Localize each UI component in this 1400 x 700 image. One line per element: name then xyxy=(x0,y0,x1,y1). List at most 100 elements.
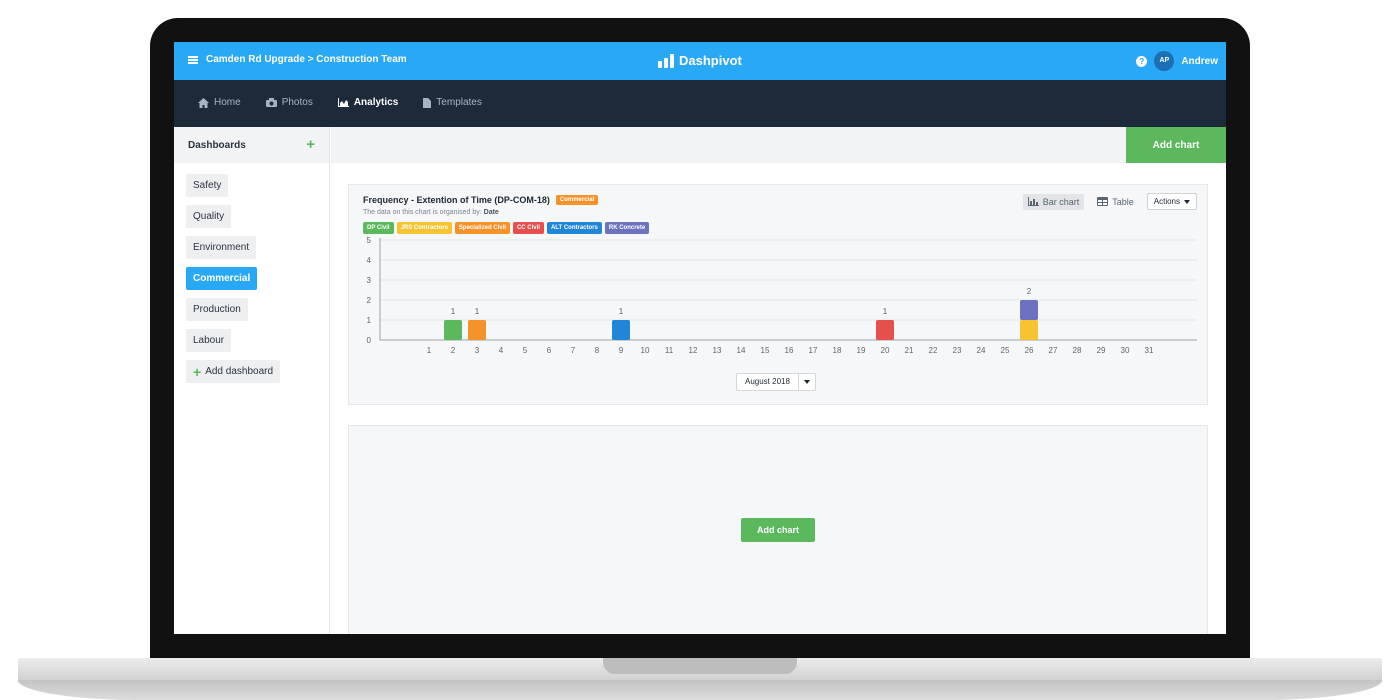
x-tick-label: 5 xyxy=(523,346,528,355)
data-label: 1 xyxy=(883,307,888,316)
x-tick-label: 24 xyxy=(977,346,986,355)
sidebar-item-environment[interactable]: Environment xyxy=(186,236,257,259)
data-label: 2 xyxy=(1027,287,1032,296)
x-tick-label: 1 xyxy=(427,346,432,355)
add-dashboard-plus-icon[interactable]: + xyxy=(306,137,315,152)
bar[interactable] xyxy=(1020,300,1038,320)
x-tick-label: 6 xyxy=(547,346,552,355)
bar-chart-icon xyxy=(1027,197,1039,206)
sidebar-item-safety[interactable]: Safety xyxy=(186,174,229,197)
caret-down-icon xyxy=(803,380,810,384)
table-icon xyxy=(1097,197,1109,206)
actions-label: Actions xyxy=(1153,197,1180,206)
sidebar-item-production[interactable]: Production xyxy=(186,298,248,321)
x-tick-label: 10 xyxy=(641,346,650,355)
chart-view-controls: Bar chart Table Actions xyxy=(1022,193,1197,210)
x-tick-label: 15 xyxy=(761,346,770,355)
bar[interactable] xyxy=(468,320,486,340)
chart-legend: DP Civil JRS Contractors Specialized Civil… xyxy=(363,222,650,234)
x-tick-label: 22 xyxy=(929,346,938,355)
data-label: 1 xyxy=(475,307,480,316)
legend-item[interactable]: DP Civil xyxy=(363,222,394,234)
bar[interactable] xyxy=(612,320,630,340)
chart-title: Frequency - Extention of Time (DP-COM-18… xyxy=(363,195,550,205)
x-tick-label: 9 xyxy=(619,346,624,355)
sidebar-item-labour[interactable]: Labour xyxy=(186,329,232,352)
bar[interactable] xyxy=(1020,320,1038,340)
user-name[interactable]: Andrew xyxy=(1181,56,1218,67)
breadcrumb[interactable]: Camden Rd Upgrade > Construction Team xyxy=(188,54,407,65)
x-tick-label: 25 xyxy=(1001,346,1010,355)
month-value[interactable]: August 2018 xyxy=(737,374,799,390)
x-tick-label: 23 xyxy=(953,346,962,355)
x-tick-label: 30 xyxy=(1121,346,1130,355)
add-dashboard-button[interactable]: + Add dashboard xyxy=(186,360,281,383)
x-tick-label: 27 xyxy=(1049,346,1058,355)
x-tick-label: 31 xyxy=(1145,346,1154,355)
sidebar-header: Dashboards + xyxy=(174,127,329,163)
month-dropdown-toggle[interactable] xyxy=(799,374,815,390)
x-tick-label: 13 xyxy=(713,346,722,355)
sidebar-item-commercial[interactable]: Commercial xyxy=(186,267,258,290)
sidebar-item-quality[interactable]: Quality xyxy=(186,205,232,228)
dashboards-sidebar: Dashboards + Safety Quality Environment … xyxy=(174,127,330,634)
user-area: ? AP Andrew xyxy=(1136,51,1218,71)
x-tick-label: 14 xyxy=(737,346,746,355)
x-tick-label: 21 xyxy=(905,346,914,355)
brand-name: Dashpivot xyxy=(679,53,742,68)
hamburger-menu-icon[interactable] xyxy=(188,55,198,64)
breadcrumb-text[interactable]: Camden Rd Upgrade > Construction Team xyxy=(206,54,407,65)
x-tick-label: 17 xyxy=(809,346,818,355)
chart-subtitle: The data on this chart is organised by: … xyxy=(363,209,499,216)
x-tick-label: 26 xyxy=(1025,346,1034,355)
brand-logo[interactable]: Dashpivot xyxy=(658,53,742,68)
data-label: 1 xyxy=(619,307,624,316)
nav-home-label: Home xyxy=(214,97,241,108)
month-selector[interactable]: August 2018 xyxy=(736,373,816,391)
chart-subtitle-prefix: The data on this chart is organised by: xyxy=(363,209,482,216)
top-bar: Camden Rd Upgrade > Construction Team Da… xyxy=(174,42,1226,80)
actions-dropdown[interactable]: Actions xyxy=(1146,193,1197,210)
x-tick-label: 2 xyxy=(451,346,456,355)
legend-item[interactable]: RK Concrete xyxy=(604,222,650,234)
y-tick-label: 1 xyxy=(367,316,372,325)
nav-home[interactable]: Home xyxy=(198,97,241,108)
y-tick-label: 3 xyxy=(367,276,372,285)
legend-item[interactable]: CC Civil xyxy=(512,222,544,234)
x-tick-label: 12 xyxy=(689,346,698,355)
dashboard-toolbar: Add chart xyxy=(331,127,1226,163)
chart-subtitle-value: Date xyxy=(483,209,499,216)
category-tag: Commercial xyxy=(555,195,599,205)
x-tick-label: 29 xyxy=(1097,346,1106,355)
x-tick-label: 4 xyxy=(499,346,504,355)
table-view-button[interactable]: Table xyxy=(1092,194,1139,210)
laptop-base-lower xyxy=(18,680,1382,700)
nav-analytics[interactable]: Analytics xyxy=(337,97,398,108)
legend-item[interactable]: ALT Contractors xyxy=(546,222,602,234)
camera-icon xyxy=(265,98,277,107)
nav-templates[interactable]: Templates xyxy=(423,97,482,108)
question-circle-icon[interactable]: ? xyxy=(1136,55,1148,67)
x-tick-label: 18 xyxy=(833,346,842,355)
data-label: 1 xyxy=(451,307,456,316)
add-chart-button[interactable]: Add chart xyxy=(1126,127,1226,163)
add-chart-button-center[interactable]: Add chart xyxy=(741,518,815,542)
bar[interactable] xyxy=(876,320,894,340)
legend-item[interactable]: JRS Contractors xyxy=(396,222,452,234)
avatar[interactable]: AP xyxy=(1154,51,1175,71)
area-chart-icon xyxy=(337,98,349,107)
x-tick-label: 19 xyxy=(857,346,866,355)
plus-icon: + xyxy=(193,363,202,380)
add-dashboard-label: Add dashboard xyxy=(205,366,274,377)
x-tick-label: 7 xyxy=(571,346,576,355)
nav-templates-label: Templates xyxy=(436,97,482,108)
legend-item[interactable]: Specialized Civil xyxy=(454,222,510,234)
x-tick-label: 16 xyxy=(785,346,794,355)
sidebar-title: Dashboards xyxy=(188,139,246,151)
y-tick-label: 5 xyxy=(367,237,372,245)
main-nav: Home Photos Analytics Templates xyxy=(174,80,1226,127)
nav-photos[interactable]: Photos xyxy=(265,97,313,108)
bar-chart-view-button[interactable]: Bar chart xyxy=(1022,193,1085,210)
app-screen: Camden Rd Upgrade > Construction Team Da… xyxy=(174,42,1226,634)
bar[interactable] xyxy=(444,320,462,340)
